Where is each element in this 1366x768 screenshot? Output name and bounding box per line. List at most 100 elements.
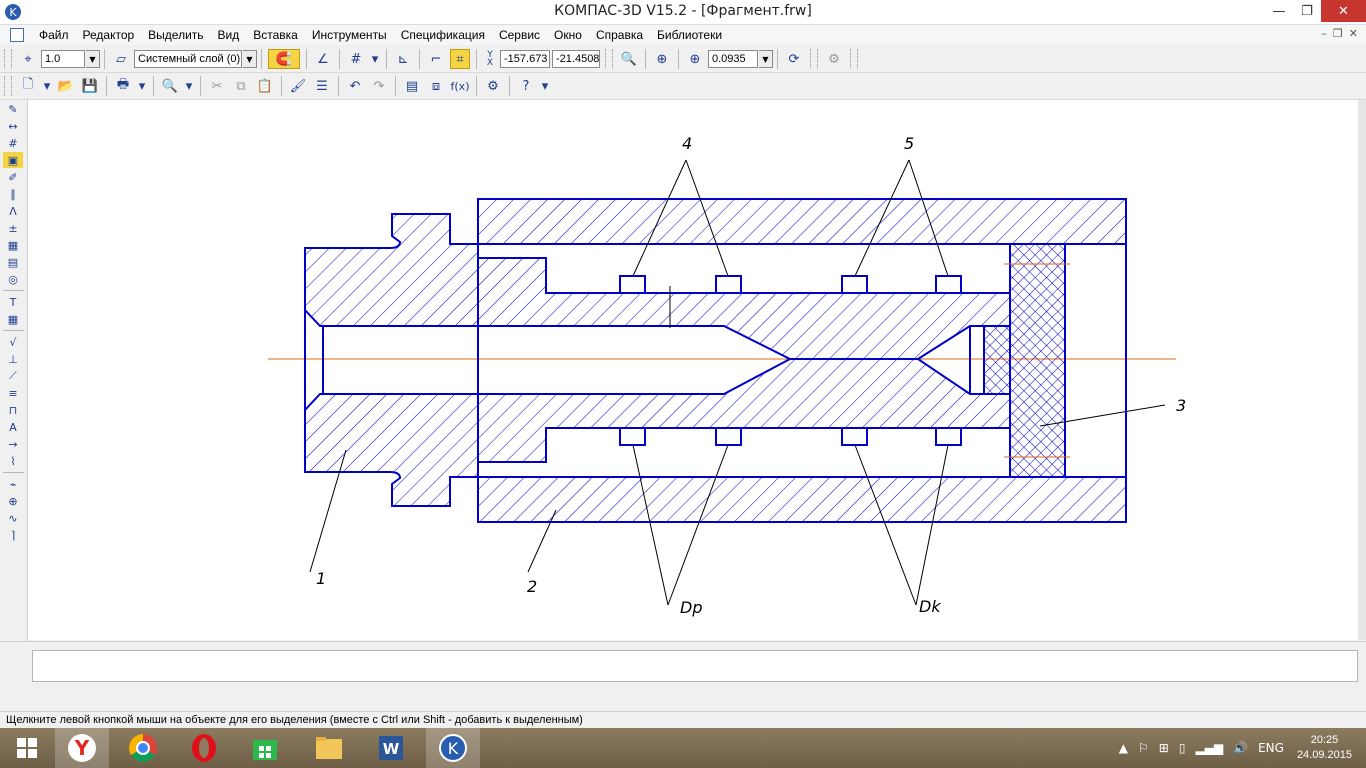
cursor-step-icon[interactable]: ⌖ [18, 49, 38, 69]
zoom-field[interactable]: 0.0935 [708, 50, 758, 68]
signal-icon[interactable]: ▂▄▆ [1195, 741, 1223, 755]
mdi-restore-button[interactable]: ❐ [1333, 27, 1343, 40]
drawing-svg[interactable]: 1 2 3 4 5 Dp Dk [28, 100, 1358, 640]
cap-part3[interactable] [1009, 243, 1066, 478]
edit-icon[interactable]: ✐ [3, 169, 23, 185]
vertical-scrollbar[interactable] [1358, 100, 1366, 640]
groove-bottom-2[interactable] [715, 427, 742, 446]
groove-top-4[interactable] [935, 275, 962, 294]
menu-help[interactable]: Справка [589, 28, 650, 42]
opera-button[interactable] [177, 728, 231, 768]
menu-file[interactable]: Файл [32, 28, 76, 42]
select-icon[interactable]: ± [3, 220, 23, 236]
tray-expand-icon[interactable]: ▲ [1119, 741, 1128, 755]
store-button[interactable] [238, 728, 292, 768]
paste-icon[interactable]: 📋 [255, 76, 275, 96]
grid-snap-icon[interactable]: # [3, 135, 23, 151]
callout-dp[interactable]: Dp [680, 598, 702, 617]
callout-3[interactable]: 3 [1176, 396, 1186, 415]
coord-y-field[interactable]: -21.4508 [552, 50, 600, 68]
reports-icon[interactable]: ◎ [3, 271, 23, 287]
table-icon[interactable]: ▦ [3, 311, 23, 327]
wavy-line-icon[interactable]: ∿ [3, 510, 23, 526]
menu-insert[interactable]: Вставка [246, 28, 305, 42]
toolbar-grip[interactable] [4, 49, 12, 69]
break-line-icon[interactable]: ⌇ [3, 453, 23, 469]
variables-icon[interactable]: f(x) [450, 76, 470, 96]
kompas-taskbar-button[interactable]: K [426, 728, 480, 768]
drawing-canvas[interactable]: 1 2 3 4 5 Dp Dk [28, 100, 1358, 640]
roughness-icon[interactable]: √ [3, 334, 23, 350]
properties-list-icon[interactable]: ☰ [312, 76, 332, 96]
menu-editor[interactable]: Редактор [76, 28, 142, 42]
zoom-in-icon[interactable]: ⊕ [685, 49, 705, 69]
grid-dropdown-icon[interactable]: ▾ [370, 49, 380, 69]
menu-service[interactable]: Сервис [492, 28, 547, 42]
round-mode-icon[interactable]: ⌐ [426, 49, 446, 69]
menu-select[interactable]: Выделить [141, 28, 210, 42]
format-brush-icon[interactable]: 🖌 [288, 76, 308, 96]
start-button[interactable] [0, 728, 54, 768]
snap-toggle-icon[interactable]: ⌗ [450, 49, 470, 69]
cut-icon[interactable]: ✂ [207, 76, 227, 96]
base-icon[interactable]: ⊥ [3, 351, 23, 367]
language-indicator[interactable]: ENG [1258, 741, 1284, 755]
layer-field[interactable]: Системный слой (0) [134, 50, 242, 68]
clock[interactable]: 20:25 24.09.2015 [1297, 733, 1352, 763]
copy-icon[interactable]: ⧉ [231, 76, 251, 96]
piston-lower[interactable] [477, 358, 1011, 463]
print-dropdown-icon[interactable]: ▾ [137, 76, 147, 96]
layers-icon[interactable]: ▱ [111, 49, 131, 69]
volume-icon[interactable]: 🔊 [1233, 741, 1248, 755]
windows-tray-icon[interactable]: ⊞ [1159, 741, 1169, 755]
local-cs-icon[interactable]: ∠ [313, 49, 333, 69]
refresh-icon[interactable]: ⟳ [784, 49, 804, 69]
preview-icon[interactable]: 🔍 [160, 76, 180, 96]
housing-top-wall[interactable] [477, 198, 1127, 245]
step-dropdown[interactable]: ▼ [86, 50, 100, 68]
part1-upper-body[interactable] [304, 213, 479, 327]
new-file-icon[interactable]: 🗋 [18, 76, 38, 96]
zoom-all-icon[interactable]: 🔍 [619, 49, 639, 69]
yandex-browser-button[interactable]: Y [55, 728, 109, 768]
axis-icon[interactable]: ⊕ [3, 493, 23, 509]
tolerance-icon[interactable]: ≡ [3, 385, 23, 401]
undo-icon[interactable]: ↶ [345, 76, 365, 96]
center-mark-icon[interactable]: ⌁ [3, 476, 23, 492]
help-dropdown-icon[interactable]: ▾ [540, 76, 550, 96]
part1-lower-body[interactable] [304, 393, 479, 507]
callout-1[interactable]: 1 [316, 569, 326, 588]
help-pointer-icon[interactable]: ? [516, 76, 536, 96]
grid-icon[interactable]: # [346, 49, 366, 69]
attributes-icon[interactable]: ⚙ [483, 76, 503, 96]
callout-5[interactable]: 5 [904, 134, 914, 153]
menu-libraries[interactable]: Библиотеки [650, 28, 729, 42]
chrome-button[interactable] [116, 728, 170, 768]
properties-icon[interactable]: ⚙ [824, 49, 844, 69]
flag-icon[interactable]: ⚐ [1138, 741, 1149, 755]
new-dropdown-icon[interactable]: ▾ [42, 76, 52, 96]
print-icon[interactable]: 🖶 [113, 76, 133, 96]
text-icon[interactable]: T [3, 294, 23, 310]
groove-top-2[interactable] [715, 275, 742, 294]
manager-icon[interactable]: ▤ [402, 76, 422, 96]
housing-bottom-wall[interactable] [477, 476, 1127, 523]
mdi-close-button[interactable]: ✕ [1349, 27, 1358, 40]
view-arrow-icon[interactable]: A [3, 419, 23, 435]
battery-icon[interactable]: ▯ [1179, 741, 1186, 755]
spec-icon[interactable]: ▤ [3, 254, 23, 270]
toolbar-grip[interactable] [605, 49, 613, 69]
menu-specification[interactable]: Спецификация [394, 28, 492, 42]
open-folder-icon[interactable]: 📂 [56, 76, 76, 96]
corner-icon[interactable]: ⌉ [3, 527, 23, 543]
coord-x-field[interactable]: -157.673 [500, 50, 550, 68]
toolbar-grip[interactable] [810, 49, 818, 69]
library-icon[interactable]: ⧈ [426, 76, 446, 96]
associative-view-icon[interactable]: ▦ [3, 237, 23, 253]
maximize-button[interactable]: ❐ [1293, 0, 1321, 22]
arrow-direction-icon[interactable]: → [3, 436, 23, 452]
seal-insert[interactable] [983, 325, 1011, 395]
designations-icon[interactable]: ▣ [3, 152, 23, 168]
groove-bottom-3[interactable] [841, 427, 868, 446]
menu-window[interactable]: Окно [547, 28, 589, 42]
